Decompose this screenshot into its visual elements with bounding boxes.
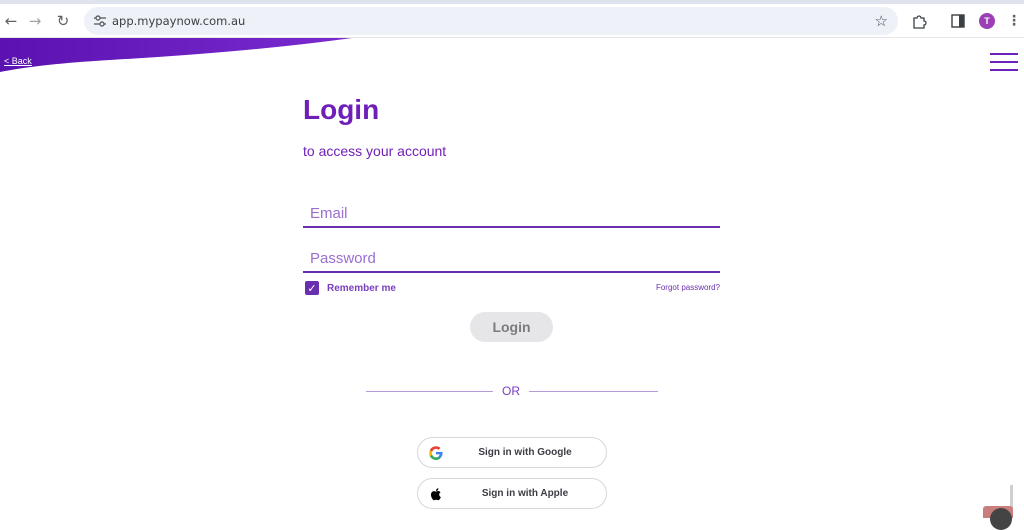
- url-text[interactable]: app.mypaynow.com.au: [112, 14, 245, 28]
- side-panel-icon[interactable]: [951, 14, 965, 28]
- profile-avatar[interactable]: T: [979, 13, 995, 29]
- bookmark-star-icon[interactable]: ☆: [875, 12, 888, 30]
- back-link[interactable]: < Back: [4, 56, 32, 66]
- reload-icon[interactable]: ↻: [52, 10, 74, 32]
- address-bar[interactable]: app.mypaynow.com.au ☆: [84, 7, 898, 35]
- forgot-password-link[interactable]: Forgot password?: [630, 283, 720, 292]
- page-subtitle: to access your account: [303, 143, 447, 159]
- remember-me-checkbox-row[interactable]: ✓ Remember me: [305, 281, 396, 295]
- google-signin-button[interactable]: Sign in with Google: [417, 437, 607, 468]
- extensions-icon[interactable]: [911, 13, 927, 29]
- google-logo-icon: [429, 446, 443, 460]
- password-field[interactable]: [303, 245, 720, 273]
- site-settings-icon[interactable]: [92, 13, 108, 29]
- more-vert-icon[interactable]: ⋮: [1003, 10, 1024, 32]
- back-arrow-icon[interactable]: ←: [0, 10, 22, 32]
- apple-signin-label[interactable]: Sign in with Apple: [448, 488, 602, 499]
- login-button[interactable]: Login: [470, 312, 553, 342]
- page-title: Login: [303, 94, 380, 125]
- apple-logo-icon: [430, 488, 441, 501]
- chat-widget-button[interactable]: [990, 508, 1012, 530]
- browser-toolbar: ← → ↻ app.mypaynow.com.au ☆ T ⋮: [0, 4, 1024, 38]
- remember-me-checkbox[interactable]: ✓: [305, 281, 319, 295]
- divider-or-text: OR: [502, 384, 520, 398]
- apple-signin-button[interactable]: Sign in with Apple: [417, 478, 607, 509]
- divider-left: [366, 391, 493, 392]
- hamburger-menu-icon[interactable]: [990, 53, 1018, 73]
- remember-me-label[interactable]: Remember me: [327, 283, 396, 294]
- forward-arrow-icon[interactable]: →: [24, 10, 46, 32]
- divider-right: [529, 391, 658, 392]
- google-signin-label[interactable]: Sign in with Google: [448, 447, 602, 458]
- email-field[interactable]: [303, 200, 720, 228]
- header-swoosh: [0, 38, 352, 72]
